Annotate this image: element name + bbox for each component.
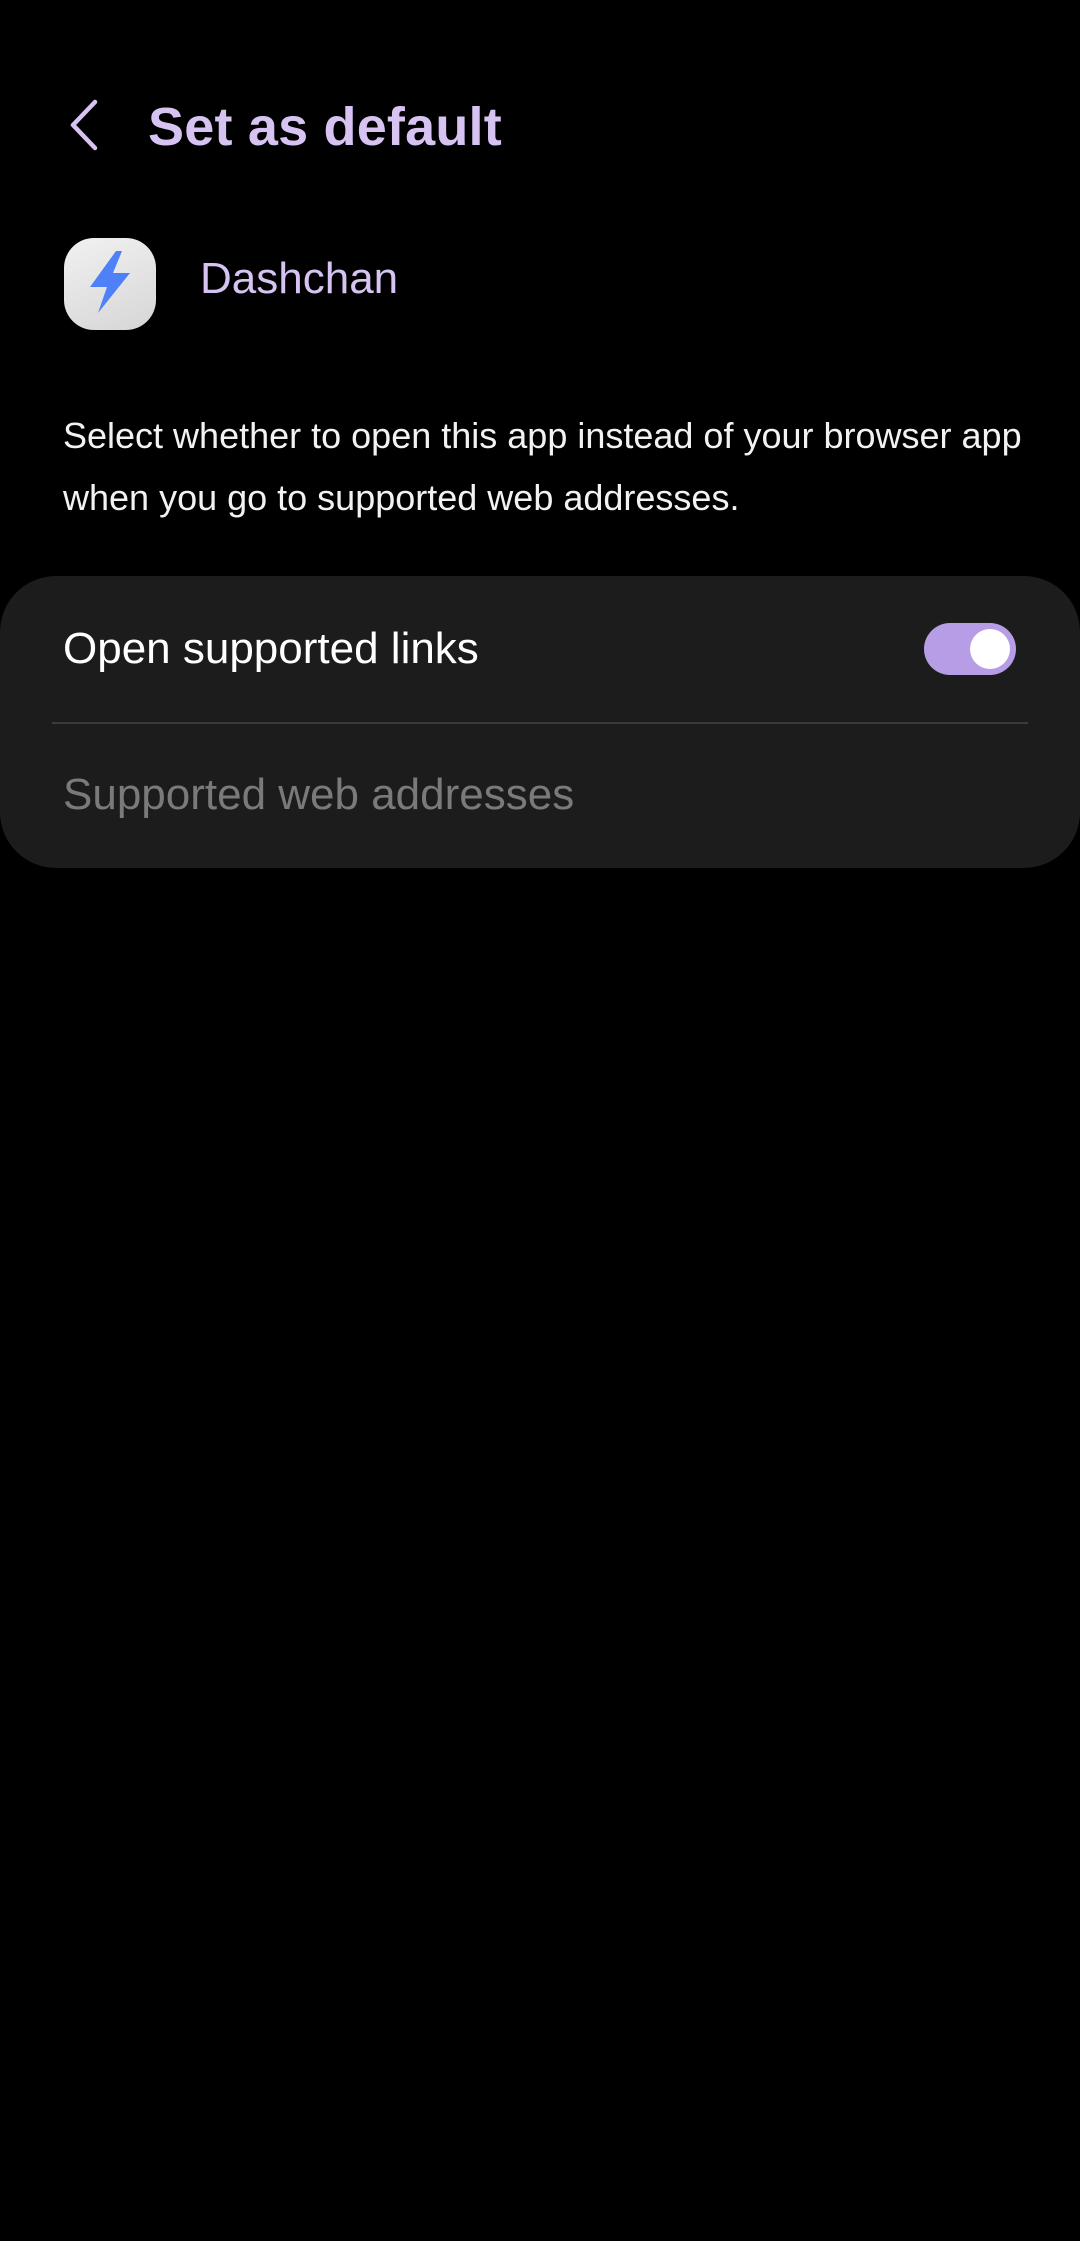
open-supported-links-row[interactable]: Open supported links: [0, 576, 1080, 722]
app-icon: [64, 238, 156, 330]
settings-card: Open supported links Supported web addre…: [0, 576, 1080, 868]
back-button[interactable]: [52, 82, 116, 172]
app-info-row: Dashchan: [0, 236, 1080, 332]
supported-web-addresses-row[interactable]: Supported web addresses: [0, 724, 1080, 868]
open-supported-links-toggle[interactable]: [924, 623, 1016, 675]
page-title: Set as default: [148, 97, 502, 157]
app-name: Dashchan: [200, 254, 399, 303]
app-bar: Set as default: [0, 82, 1080, 172]
supported-web-addresses-label: Supported web addresses: [63, 770, 575, 819]
lightning-bolt-icon: [80, 247, 140, 322]
description-text: Select whether to open this app instead …: [63, 415, 1022, 518]
open-supported-links-label: Open supported links: [63, 624, 479, 673]
toggle-knob: [970, 629, 1010, 669]
chevron-left-icon: [67, 98, 101, 157]
